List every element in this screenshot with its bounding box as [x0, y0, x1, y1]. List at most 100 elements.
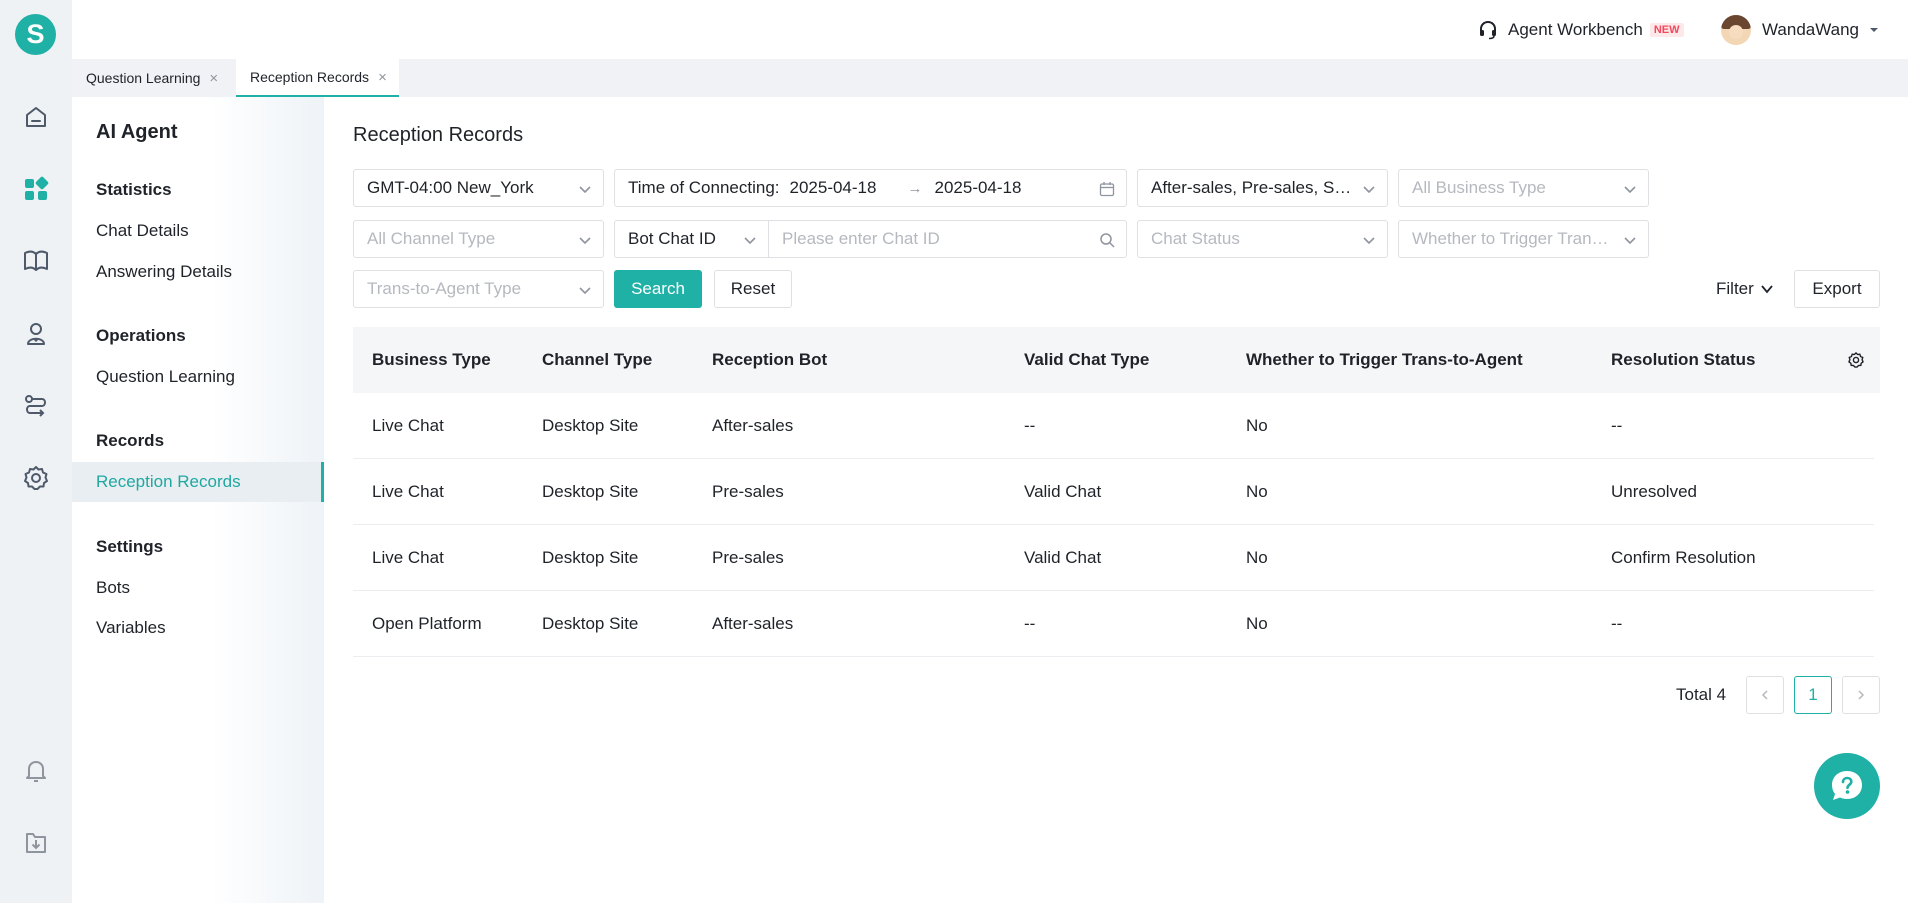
- reception-bot-select[interactable]: After-sales, Pre-sales, Spa...: [1137, 169, 1388, 207]
- cell-business-type: Live Chat: [372, 416, 444, 435]
- nav-chat-details[interactable]: Chat Details: [72, 211, 324, 251]
- chat-id-type-select[interactable]: Bot Chat ID: [614, 220, 769, 258]
- chat-status-select[interactable]: Chat Status: [1137, 220, 1388, 258]
- chat-status-placeholder: Chat Status: [1151, 229, 1240, 248]
- cell-valid-chat-type: --: [1024, 416, 1036, 435]
- chevron-down-icon: [1623, 182, 1637, 196]
- home-icon[interactable]: [22, 103, 50, 131]
- table-row[interactable]: Live Chat Desktop Site Pre-sales Valid C…: [353, 525, 1874, 591]
- gear-icon[interactable]: [22, 464, 50, 492]
- col-reception-bot: Reception Bot: [712, 350, 828, 369]
- user-menu[interactable]: WandaWang: [1721, 14, 1879, 46]
- nav-variables[interactable]: Variables: [72, 608, 324, 648]
- col-trigger-trans: Whether to Trigger Trans-to-Agent: [1246, 350, 1523, 369]
- group-records: Records: [96, 431, 165, 450]
- main-content: Reception Records GMT-04:00 New_York Tim…: [324, 97, 1908, 903]
- nav-bots[interactable]: Bots: [72, 568, 324, 608]
- col-business-type: Business Type: [372, 350, 491, 369]
- cell-valid-chat-type: --: [1024, 614, 1036, 633]
- chat-id-input[interactable]: Please enter Chat ID: [768, 220, 1127, 258]
- agent-workbench-label: Agent Workbench: [1508, 20, 1643, 39]
- date-to[interactable]: 2025-04-18: [935, 178, 1035, 198]
- cell-resolution-status: Unresolved: [1611, 482, 1697, 501]
- tab-label: Reception Records: [250, 69, 370, 85]
- search-icon[interactable]: [1099, 232, 1115, 248]
- tab-strip: Question Learning × Reception Records ×: [72, 59, 1908, 97]
- trans-agent-type-select[interactable]: Trans-to-Agent Type: [353, 270, 604, 308]
- tab-question-learning[interactable]: Question Learning ×: [72, 59, 230, 97]
- calendar-icon: [1099, 181, 1115, 197]
- download-icon[interactable]: [22, 829, 50, 857]
- page-title: Reception Records: [353, 124, 524, 146]
- bell-icon[interactable]: [22, 756, 50, 784]
- sidenav-title: AI Agent: [96, 121, 178, 143]
- cell-business-type: Open Platform: [372, 614, 482, 633]
- chevron-down-icon: [1623, 233, 1637, 247]
- next-page-button[interactable]: [1842, 676, 1880, 714]
- date-range-picker[interactable]: Time of Connecting: 2025-04-18 → 2025-04…: [614, 169, 1127, 207]
- cell-reception-bot: Pre-sales: [712, 548, 784, 567]
- cell-business-type: Live Chat: [372, 548, 444, 567]
- cell-channel-type: Desktop Site: [542, 416, 639, 435]
- table-header: Business Type Channel Type Reception Bot…: [353, 327, 1880, 393]
- trigger-trans-placeholder: Whether to Trigger Trans...: [1412, 229, 1614, 248]
- group-operations: Operations: [96, 326, 186, 345]
- col-channel-type: Channel Type: [542, 350, 653, 369]
- cell-reception-bot: After-sales: [712, 614, 794, 633]
- table-row[interactable]: Open Platform Desktop Site After-sales -…: [353, 591, 1874, 657]
- reset-button[interactable]: Reset: [714, 270, 792, 308]
- help-button[interactable]: [1814, 753, 1880, 819]
- table-row[interactable]: Live Chat Desktop Site After-sales -- No…: [353, 393, 1874, 459]
- channel-type-select[interactable]: All Channel Type: [353, 220, 604, 258]
- nav-question-learning[interactable]: Question Learning: [72, 357, 324, 397]
- group-settings: Settings: [96, 537, 164, 556]
- close-icon[interactable]: ×: [209, 70, 218, 87]
- chevron-down-icon: [743, 233, 757, 247]
- avatar: [1721, 15, 1751, 45]
- reception-bot-value: After-sales, Pre-sales, Spa...: [1151, 178, 1353, 197]
- apps-icon[interactable]: [22, 175, 50, 203]
- cell-trigger-trans: No: [1246, 482, 1268, 501]
- headset-icon: [1478, 20, 1498, 40]
- chevron-down-icon: [1362, 233, 1376, 247]
- agent-workbench-link[interactable]: Agent Workbench NEW: [1478, 16, 1684, 44]
- chat-id-type-value: Bot Chat ID: [628, 229, 716, 248]
- cell-resolution-status: --: [1611, 614, 1623, 633]
- chevron-down-icon: [578, 283, 592, 297]
- col-resolution-status: Resolution Status: [1611, 350, 1756, 369]
- page-number-button[interactable]: 1: [1794, 676, 1832, 714]
- filter-toggle[interactable]: Filter: [1716, 270, 1774, 308]
- cell-trigger-trans: No: [1246, 614, 1268, 633]
- chevron-down-icon: [1362, 182, 1376, 196]
- cell-reception-bot: Pre-sales: [712, 482, 784, 501]
- close-icon[interactable]: ×: [378, 69, 387, 86]
- date-from[interactable]: 2025-04-18: [790, 178, 890, 198]
- table-row[interactable]: Live Chat Desktop Site Pre-sales Valid C…: [353, 459, 1874, 525]
- timezone-select[interactable]: GMT-04:00 New_York: [353, 169, 604, 207]
- cell-resolution-status: --: [1611, 416, 1623, 435]
- app-logo[interactable]: S: [15, 14, 56, 55]
- agent-icon[interactable]: [22, 320, 50, 348]
- export-button[interactable]: Export: [1794, 270, 1880, 308]
- trigger-trans-select[interactable]: Whether to Trigger Trans...: [1398, 220, 1649, 258]
- channel-type-placeholder: All Channel Type: [367, 229, 496, 248]
- route-icon[interactable]: [22, 392, 50, 420]
- business-type-placeholder: All Business Type: [1412, 178, 1546, 197]
- nav-reception-records[interactable]: Reception Records: [72, 462, 324, 502]
- trans-agent-type-placeholder: Trans-to-Agent Type: [367, 279, 522, 298]
- cell-valid-chat-type: Valid Chat: [1024, 482, 1102, 501]
- user-name: WandaWang: [1762, 20, 1860, 39]
- chevron-down-icon: [578, 233, 592, 247]
- chat-id-placeholder: Please enter Chat ID: [782, 229, 940, 248]
- nav-answering-details[interactable]: Answering Details: [72, 252, 324, 292]
- business-type-select[interactable]: All Business Type: [1398, 169, 1649, 207]
- time-label: Time of Connecting:: [628, 178, 780, 197]
- side-nav: AI Agent Statistics Chat Details Answeri…: [72, 97, 324, 903]
- timezone-value: GMT-04:00 New_York: [367, 178, 534, 197]
- cell-trigger-trans: No: [1246, 548, 1268, 567]
- book-icon[interactable]: [22, 247, 50, 275]
- tab-reception-records[interactable]: Reception Records ×: [236, 59, 399, 97]
- search-button[interactable]: Search: [614, 270, 702, 308]
- settings-gear-icon[interactable]: [1847, 351, 1865, 369]
- prev-page-button[interactable]: [1746, 676, 1784, 714]
